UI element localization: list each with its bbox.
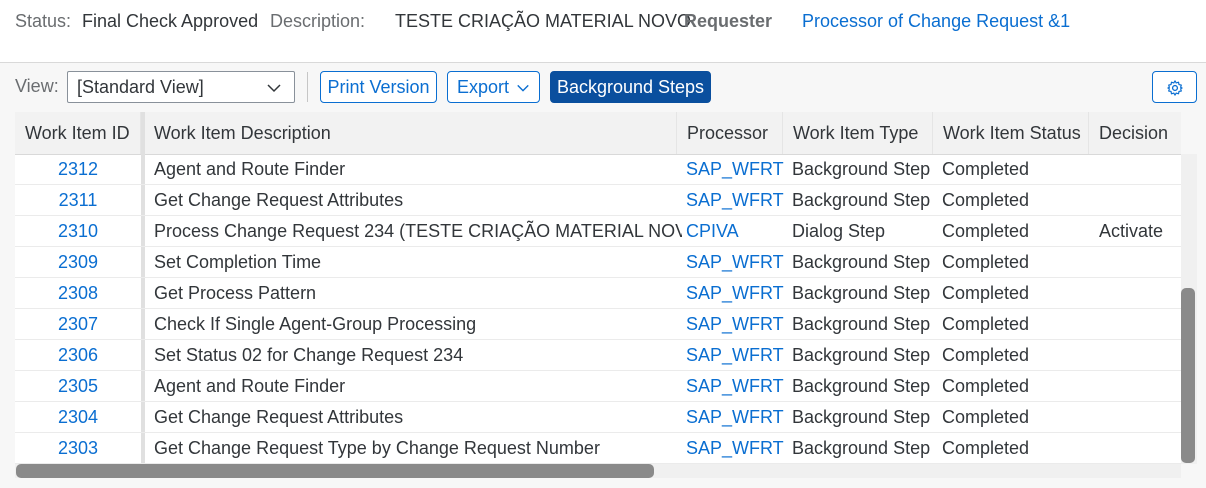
processor-link[interactable]: CPIVA (686, 216, 786, 246)
work-item-status: Completed (942, 314, 1030, 334)
work-item-type: Background Step (792, 376, 931, 396)
work-item-id-link[interactable]: 2311 (15, 185, 141, 215)
chevron-down-icon (517, 84, 529, 92)
work-item-status: Completed (942, 221, 1030, 241)
work-item-id-link[interactable]: 2306 (15, 340, 141, 370)
column-header-work-item-id[interactable]: Work Item ID (15, 112, 141, 154)
export-label: Export (457, 77, 510, 97)
toolbar-separator (307, 72, 308, 102)
processor-link[interactable]: SAP_WFRT (686, 154, 786, 184)
decision (1099, 309, 1179, 339)
work-item-status: Completed (942, 252, 1030, 272)
work-item-description: Set Status 02 for Change Request 234 (154, 345, 464, 365)
work-item-status: Completed (942, 407, 1030, 427)
table-header: Work Item ID Work Item Description Proce… (15, 112, 1181, 155)
table-row[interactable]: 2310 Process Change Request 234 (TESTE C… (15, 216, 1181, 247)
processor-link[interactable]: SAP_WFRT (686, 371, 786, 401)
processor-link[interactable]: SAP_WFRT (686, 309, 786, 339)
horizontal-scrollbar-thumb[interactable] (16, 464, 654, 478)
vertical-scrollbar-thumb[interactable] (1181, 288, 1195, 463)
settings-button[interactable] (1152, 71, 1197, 103)
decision (1099, 154, 1179, 184)
work-item-type: Background Step (792, 283, 931, 303)
work-item-type: Background Step (792, 159, 931, 179)
column-header-work-item-type[interactable]: Work Item Type (783, 112, 933, 154)
work-item-type: Background Step (792, 314, 931, 334)
decision (1099, 247, 1179, 277)
table-row[interactable]: 2303 Get Change Request Type by Change R… (15, 433, 1181, 464)
view-select[interactable]: [Standard View] (67, 71, 295, 103)
decision (1099, 402, 1179, 432)
processor-link[interactable]: SAP_WFRT (686, 340, 786, 370)
work-items-table: Work Item ID Work Item Description Proce… (15, 112, 1181, 464)
table-row[interactable]: 2305 Agent and Route Finder SAP_WFRT Bac… (15, 371, 1181, 402)
work-item-id-link[interactable]: 2303 (15, 433, 141, 463)
processor-link[interactable]: SAP_WFRT (686, 278, 786, 308)
table-row[interactable]: 2307 Check If Single Agent-Group Process… (15, 309, 1181, 340)
work-item-status: Completed (942, 376, 1030, 396)
description-value: TESTE CRIAÇÃO MATERIAL NOVO (395, 11, 692, 31)
decision (1099, 340, 1179, 370)
processor-link[interactable]: SAP_WFRT (686, 247, 786, 277)
work-item-description: Get Change Request Attributes (154, 407, 404, 427)
work-item-status: Completed (942, 283, 1030, 303)
work-item-status: Completed (942, 159, 1030, 179)
column-header-processor[interactable]: Processor (677, 112, 783, 154)
work-item-description: Get Change Request Type by Change Reques… (154, 438, 600, 458)
status-label: Status: (15, 11, 72, 31)
table-row[interactable]: 2312 Agent and Route Finder SAP_WFRT Bac… (15, 154, 1181, 185)
work-item-status: Completed (942, 438, 1030, 458)
work-item-type: Background Step (792, 190, 931, 210)
processor-link[interactable]: SAP_WFRT (686, 433, 786, 463)
description-label: Description: (270, 11, 366, 31)
work-item-type: Background Step (792, 252, 931, 272)
work-item-type: Background Step (792, 407, 931, 427)
table-row[interactable]: 2304 Get Change Request Attributes SAP_W… (15, 402, 1181, 433)
work-item-description: Agent and Route Finder (154, 376, 346, 396)
decision (1099, 371, 1179, 401)
print-version-button[interactable]: Print Version (320, 71, 437, 103)
column-header-work-item-status[interactable]: Work Item Status (933, 112, 1089, 154)
decision: Activate (1099, 221, 1164, 241)
work-item-id-link[interactable]: 2310 (15, 216, 141, 246)
processor-link[interactable]: SAP_WFRT (686, 402, 786, 432)
processor-link[interactable]: SAP_WFRT (686, 185, 786, 215)
table-row[interactable]: 2308 Get Process Pattern SAP_WFRT Backgr… (15, 278, 1181, 309)
work-item-type: Background Step (792, 438, 931, 458)
work-item-id-link[interactable]: 2305 (15, 371, 141, 401)
view-label: View: (15, 76, 59, 96)
decision (1099, 278, 1179, 308)
work-item-description: Process Change Request 234 (TESTE CRIAÇÃ… (154, 221, 682, 241)
work-item-description: Check If Single Agent-Group Processing (154, 314, 477, 334)
column-header-description[interactable]: Work Item Description (144, 112, 677, 154)
gear-icon (1167, 80, 1183, 96)
background-steps-button[interactable]: Background Steps (550, 71, 711, 103)
table-row[interactable]: 2306 Set Status 02 for Change Request 23… (15, 340, 1181, 371)
work-item-type: Background Step (792, 345, 931, 365)
work-item-id-link[interactable]: 2309 (15, 247, 141, 277)
work-item-id-link[interactable]: 2308 (15, 278, 141, 308)
requester-label: Requester (684, 11, 773, 31)
status-value: Final Check Approved (82, 11, 259, 31)
work-item-description: Get Process Pattern (154, 283, 317, 303)
work-item-status: Completed (942, 345, 1030, 365)
work-item-status: Completed (942, 190, 1030, 210)
export-button[interactable]: Export (447, 71, 540, 103)
work-item-description: Agent and Route Finder (154, 159, 346, 179)
decision (1099, 185, 1179, 215)
chevron-down-icon (267, 84, 281, 93)
work-item-type: Dialog Step (792, 221, 886, 241)
view-select-value: [Standard View] (77, 77, 204, 97)
column-header-decision[interactable]: Decision (1089, 112, 1181, 154)
work-item-description: Set Completion Time (154, 252, 322, 272)
processor-link[interactable]: Processor of Change Request &1 (802, 10, 1070, 32)
work-item-id-link[interactable]: 2307 (15, 309, 141, 339)
decision (1099, 433, 1179, 463)
object-header: Status: Final Check Approved Description… (0, 0, 1206, 63)
table-row[interactable]: 2311 Get Change Request Attributes SAP_W… (15, 185, 1181, 216)
work-item-description: Get Change Request Attributes (154, 190, 404, 210)
table-row[interactable]: 2309 Set Completion Time SAP_WFRT Backgr… (15, 247, 1181, 278)
work-item-id-link[interactable]: 2304 (15, 402, 141, 432)
work-item-id-link[interactable]: 2312 (15, 154, 141, 184)
